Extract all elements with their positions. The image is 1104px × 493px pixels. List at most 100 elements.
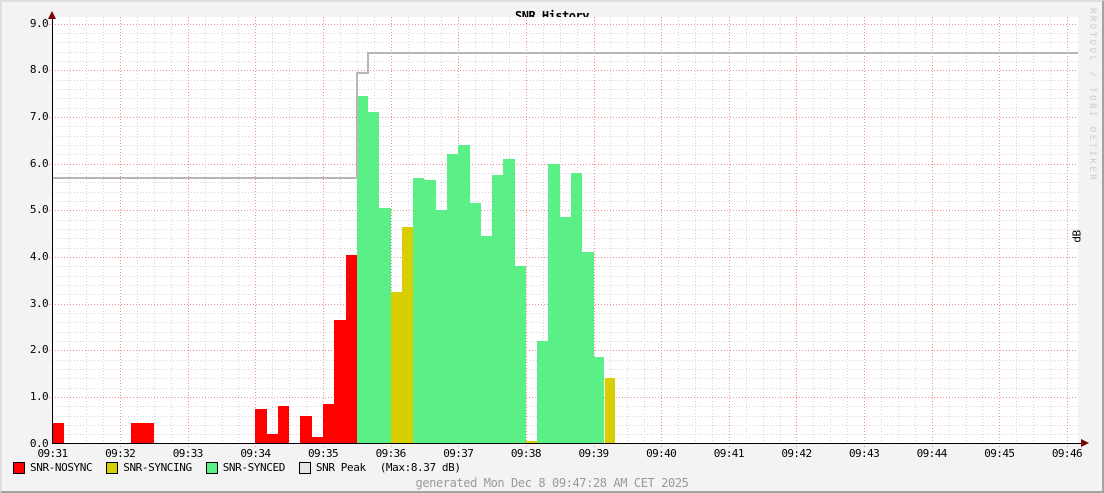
grid-line-minor-v <box>763 17 764 444</box>
peak-line-segment <box>53 177 357 179</box>
grid-line-minor-h <box>53 108 1079 109</box>
snr-bar-nosync <box>53 423 64 444</box>
grid-line-major-h <box>49 117 1079 118</box>
snr-bar-synced <box>548 164 559 444</box>
grid-line-minor-v <box>306 17 307 444</box>
grid-line-minor-v <box>103 17 104 444</box>
grid-line-minor-h <box>53 136 1079 137</box>
grid-line-minor-v <box>915 17 916 444</box>
grid-line-minor-h <box>53 126 1079 127</box>
legend-max-note: (Max:8.37 dB) <box>380 461 461 474</box>
snr-bar-nosync <box>278 406 289 443</box>
y-tick-label: 3.0 <box>8 298 48 310</box>
snr-bar-synced <box>424 180 435 443</box>
grid-line-minor-h <box>53 182 1079 183</box>
grid-line-minor-v <box>746 17 747 444</box>
x-tick-label: 09:33 <box>163 448 213 460</box>
grid-line-minor-h <box>53 201 1079 202</box>
x-tick-label: 09:41 <box>704 448 754 460</box>
grid-line-minor-v <box>847 17 848 444</box>
snr-bar-nosync <box>346 255 357 444</box>
legend-item-snr-synced: SNR-SYNCED <box>206 461 285 474</box>
snr-bar-nosync <box>131 423 154 444</box>
grid-line-minor-h <box>53 42 1079 43</box>
footer-timestamp: generated Mon Dec 8 09:47:28 AM CET 2025 <box>2 476 1102 490</box>
axis-unit-label: dB <box>1071 222 1084 252</box>
peak-line-segment <box>368 52 1078 54</box>
x-tick-label: 09:37 <box>433 448 483 460</box>
grid-line-major-v <box>729 17 730 448</box>
rrdtool-graph: SNR History 0.01.02.03.04.05.06.07.08.09… <box>0 0 1104 493</box>
peak-line-connector <box>356 72 358 179</box>
grid-line-minor-v <box>238 17 239 444</box>
grid-line-minor-v <box>69 17 70 444</box>
legend-label-snr-peak: SNR Peak <box>316 461 366 474</box>
y-tick-label: 6.0 <box>8 158 48 170</box>
legend-label-snr-syncing: SNR-SYNCING <box>123 461 191 474</box>
snr-bar-nosync <box>300 416 311 444</box>
grid-line-major-h <box>49 210 1079 211</box>
y-axis-arrow <box>48 11 56 19</box>
grid-line-minor-h <box>53 154 1079 155</box>
grid-line-minor-v <box>678 17 679 444</box>
grid-line-major-v <box>255 17 256 448</box>
snr-bar-synced <box>594 357 604 443</box>
x-tick-label: 09:39 <box>569 448 619 460</box>
grid-line-minor-v <box>830 17 831 444</box>
y-tick-label: 2.0 <box>8 344 48 356</box>
grid-line-minor-v <box>154 17 155 444</box>
snr-bar-synced <box>582 252 593 443</box>
x-tick-label: 09:46 <box>1042 448 1092 460</box>
snr-bar-synced <box>413 178 424 444</box>
grid-line-minor-h <box>53 80 1079 81</box>
snr-bar-synced <box>357 96 368 443</box>
y-tick-label: 8.0 <box>8 64 48 76</box>
snr-bar-synced <box>458 145 469 443</box>
grid-line-minor-v <box>137 17 138 444</box>
grid-line-major-v <box>526 17 527 448</box>
grid-line-minor-h <box>53 173 1079 174</box>
snr-bar-synced <box>571 173 582 443</box>
x-tick-label: 09:36 <box>366 448 416 460</box>
grid-line-minor-v <box>712 17 713 444</box>
snr-bar-syncing <box>391 292 402 444</box>
x-tick-label: 09:35 <box>298 448 348 460</box>
snr-bar-synced <box>436 210 447 443</box>
grid-line-minor-v <box>171 17 172 444</box>
x-tick-label: 09:44 <box>907 448 957 460</box>
grid-line-minor-v <box>222 17 223 444</box>
grid-line-minor-v <box>881 17 882 444</box>
grid-line-minor-v <box>1050 17 1051 444</box>
peak-line-connector <box>367 52 369 74</box>
watermark: RRDTOOL / TOBI OETIKER <box>1087 8 1097 238</box>
snr-bar-synced <box>515 266 526 443</box>
y-tick-label: 9.0 <box>8 18 48 30</box>
legend-item-snr-peak: SNR Peak <box>299 461 366 474</box>
legend-label-snr-nosync: SNR-NOSYNC <box>30 461 92 474</box>
x-tick-label: 09:34 <box>230 448 280 460</box>
grid-line-major-h <box>49 24 1079 25</box>
grid-line-major-h <box>49 164 1079 165</box>
grid-line-minor-v <box>982 17 983 444</box>
grid-line-minor-v <box>780 17 781 444</box>
x-tick-label: 09:45 <box>974 448 1024 460</box>
grid-line-minor-v <box>1033 17 1034 444</box>
snr-bar-synced <box>492 175 503 443</box>
grid-line-minor-v <box>272 17 273 444</box>
legend-swatch-snr-peak <box>299 462 311 474</box>
snr-bar-synced <box>560 217 571 443</box>
snr-bar-synced <box>368 112 379 443</box>
snr-bar-synced <box>503 159 514 443</box>
snr-bar-synced <box>470 203 481 443</box>
grid-line-minor-v <box>86 17 87 444</box>
grid-line-major-v <box>120 17 121 448</box>
grid-line-minor-v <box>898 17 899 444</box>
x-axis-arrow <box>1081 439 1089 447</box>
snr-bar-syncing <box>605 378 615 443</box>
y-axis <box>52 18 54 444</box>
legend-swatch-snr-synced <box>206 462 218 474</box>
legend: SNR-NOSYNC SNR-SYNCING SNR-SYNCED SNR Peak (… <box>13 461 461 474</box>
grid-line-major-v <box>188 17 189 448</box>
y-tick-label: 4.0 <box>8 251 48 263</box>
snr-bar-synced <box>537 341 548 444</box>
